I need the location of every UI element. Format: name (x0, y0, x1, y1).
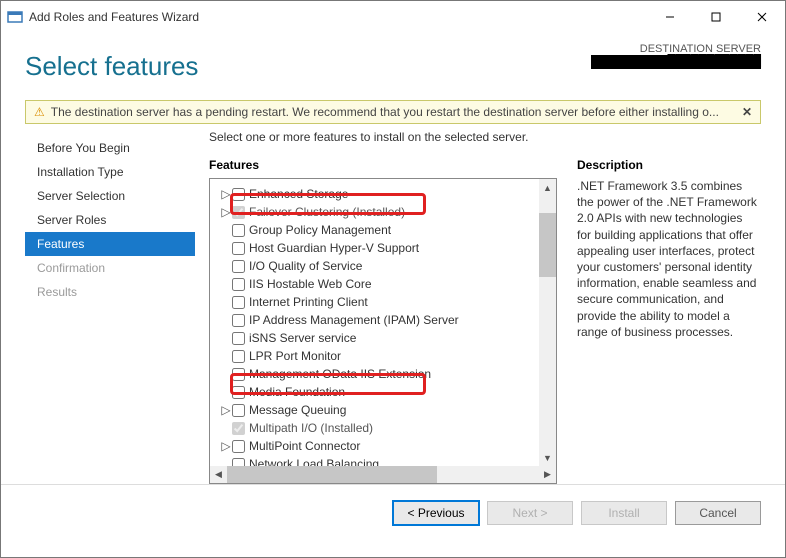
feature-item[interactable]: ▷ Message Queuing (220, 401, 552, 419)
feature-label: Enhanced Storage (249, 187, 348, 201)
features-listbox: ▷ Enhanced Storage ▷ Failover Clustering (I… (209, 178, 557, 484)
feature-item[interactable]: IIS Hostable Web Core (220, 275, 552, 293)
nav-item: Results (25, 280, 195, 304)
feature-checkbox[interactable] (232, 314, 245, 327)
feature-label: Management OData IIS Extension (249, 367, 431, 381)
features-label: Features (209, 158, 557, 172)
nav-item[interactable]: Server Selection (25, 184, 195, 208)
scroll-thumb[interactable] (539, 213, 556, 277)
feature-item[interactable]: LPR Port Monitor (220, 347, 552, 365)
next-button[interactable]: Next > (487, 501, 573, 525)
destination-block: DESTINATION SERVER ████████████ (591, 43, 761, 69)
feature-item[interactable]: ▷ MultiPoint Connector (220, 437, 552, 455)
warning-bar: ⚠ The destination server has a pending r… (25, 100, 761, 124)
features-list[interactable]: ▷ Enhanced Storage ▷ Failover Clustering (I… (210, 179, 556, 483)
feature-checkbox[interactable] (232, 296, 245, 309)
feature-label: Message Queuing (249, 403, 346, 417)
destination-value: ████████████ (591, 55, 761, 69)
feature-label: Media Foundation (249, 385, 345, 399)
window-buttons (647, 1, 785, 33)
warning-icon: ⚠ (34, 105, 45, 119)
feature-label: Failover Clustering (Installed) (249, 205, 405, 219)
warning-close-button[interactable]: ✕ (742, 105, 752, 119)
feature-label: LPR Port Monitor (249, 349, 341, 363)
feature-checkbox[interactable] (232, 242, 245, 255)
feature-checkbox[interactable] (232, 368, 245, 381)
expander-icon[interactable]: ▷ (220, 205, 232, 219)
nav-item: Confirmation (25, 256, 195, 280)
feature-checkbox[interactable] (232, 332, 245, 345)
nav-item[interactable]: Before You Begin (25, 136, 195, 160)
install-button[interactable]: Install (581, 501, 667, 525)
feature-item[interactable]: ▷ Failover Clustering (Installed) (220, 203, 552, 221)
description-label: Description (577, 158, 761, 172)
feature-label: MultiPoint Connector (249, 439, 360, 453)
feature-label: Host Guardian Hyper-V Support (249, 241, 419, 255)
page-heading: Select features (25, 51, 198, 82)
feature-checkbox[interactable] (232, 422, 245, 435)
feature-label: I/O Quality of Service (249, 259, 362, 273)
feature-label: Multipath I/O (Installed) (249, 421, 373, 435)
feature-item[interactable]: ▷ Enhanced Storage (220, 185, 552, 203)
close-button[interactable] (739, 1, 785, 33)
feature-item[interactable]: Internet Printing Client (220, 293, 552, 311)
feature-checkbox[interactable] (232, 278, 245, 291)
feature-label: IIS Hostable Web Core (249, 277, 372, 291)
scroll-thumb[interactable] (227, 466, 437, 483)
feature-item[interactable]: Host Guardian Hyper-V Support (220, 239, 552, 257)
instruction-text: Select one or more features to install o… (209, 130, 761, 144)
feature-checkbox[interactable] (232, 386, 245, 399)
vertical-scrollbar[interactable]: ▲ ▼ (539, 179, 556, 466)
page-header: Select features DESTINATION SERVER █████… (1, 33, 785, 84)
feature-label: iSNS Server service (249, 331, 356, 345)
feature-checkbox[interactable] (232, 188, 245, 201)
scroll-down-arrow[interactable]: ▼ (539, 449, 556, 466)
feature-label: Group Policy Management (249, 223, 391, 237)
feature-item[interactable]: IP Address Management (IPAM) Server (220, 311, 552, 329)
window-title: Add Roles and Features Wizard (29, 10, 647, 24)
expander-icon[interactable]: ▷ (220, 187, 232, 201)
nav-item[interactable]: Server Roles (25, 208, 195, 232)
expander-icon[interactable]: ▷ (220, 403, 232, 417)
feature-item[interactable]: Multipath I/O (Installed) (220, 419, 552, 437)
description-text: .NET Framework 3.5 combines the power of… (577, 178, 761, 340)
feature-label: IP Address Management (IPAM) Server (249, 313, 459, 327)
minimize-button[interactable] (647, 1, 693, 33)
app-icon (7, 9, 23, 25)
titlebar: Add Roles and Features Wizard (1, 1, 785, 33)
nav-item[interactable]: Installation Type (25, 160, 195, 184)
feature-item[interactable]: Group Policy Management (220, 221, 552, 239)
feature-label: Internet Printing Client (249, 295, 368, 309)
warning-text: The destination server has a pending res… (51, 105, 719, 119)
feature-checkbox[interactable] (232, 350, 245, 363)
destination-label: DESTINATION SERVER (591, 43, 761, 55)
expander-icon[interactable]: ▷ (220, 439, 232, 453)
scroll-up-arrow[interactable]: ▲ (539, 179, 556, 196)
feature-item[interactable]: Management OData IIS Extension (220, 365, 552, 383)
wizard-nav: Before You BeginInstallation TypeServer … (25, 128, 195, 484)
feature-checkbox[interactable] (232, 440, 245, 453)
horizontal-scrollbar[interactable]: ◀ ▶ (210, 466, 556, 483)
scroll-left-arrow[interactable]: ◀ (210, 466, 227, 483)
feature-item[interactable]: iSNS Server service (220, 329, 552, 347)
scroll-right-arrow[interactable]: ▶ (539, 466, 556, 483)
nav-item[interactable]: Features (25, 232, 195, 256)
feature-item[interactable]: I/O Quality of Service (220, 257, 552, 275)
feature-checkbox[interactable] (232, 404, 245, 417)
feature-checkbox[interactable] (232, 224, 245, 237)
feature-checkbox[interactable] (232, 260, 245, 273)
cancel-button[interactable]: Cancel (675, 501, 761, 525)
feature-checkbox[interactable] (232, 206, 245, 219)
maximize-button[interactable] (693, 1, 739, 33)
feature-item[interactable]: Media Foundation (220, 383, 552, 401)
previous-button[interactable]: < Previous (393, 501, 479, 525)
button-row: < Previous Next > Install Cancel (1, 484, 785, 525)
